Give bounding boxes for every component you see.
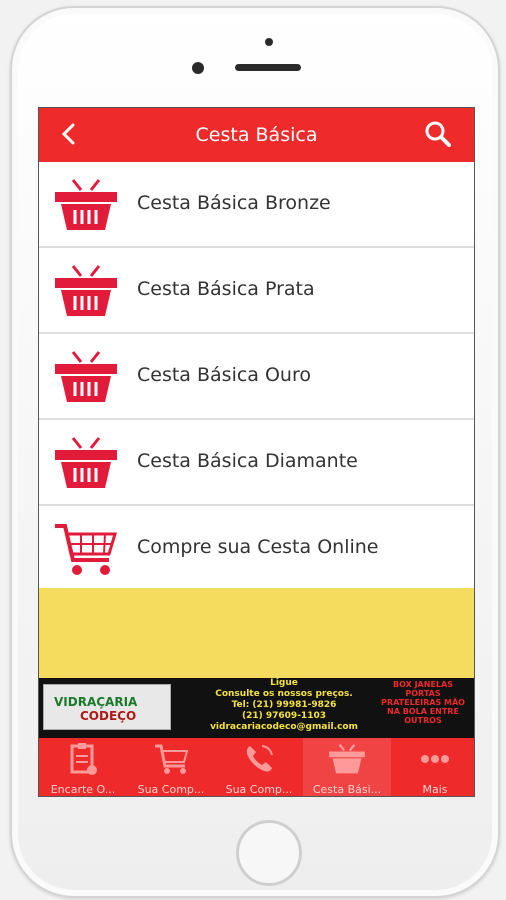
tab-sua-compra-1[interactable]: Sua Comp... xyxy=(127,738,215,796)
basket-icon xyxy=(55,351,117,402)
list-item-label: Cesta Básica Bronze xyxy=(137,192,331,214)
banner-contact: Ligue Consulte os nossos preços. Tel: (2… xyxy=(189,678,379,733)
banner-brand-line2: CODEÇO xyxy=(80,709,137,723)
sensor-dot xyxy=(265,38,273,46)
tab-label: Sua Comp... xyxy=(137,783,205,796)
tab-label: Encarte O... xyxy=(50,783,116,796)
banner-brand-line1: VIDRAÇARIA xyxy=(54,695,138,709)
tab-mais[interactable]: Mais xyxy=(391,738,474,796)
banner-line: Tel: (21) 99981-9826 xyxy=(231,700,337,710)
app-screen: Cesta Básica Cesta Básica Bronze Cesta B… xyxy=(38,107,475,797)
banner-line: vidracariacodeco@gmail.com xyxy=(210,722,358,732)
tab-cesta-basica[interactable]: Cesta Bási... xyxy=(303,738,391,796)
basket-icon xyxy=(55,437,117,488)
bottom-tab-bar: Encarte O... Sua Comp... Sua Comp... Ces… xyxy=(39,738,474,796)
clipboard-icon xyxy=(70,743,97,775)
camera xyxy=(192,62,204,74)
home-button[interactable] xyxy=(236,820,302,886)
yellow-panel xyxy=(39,588,474,678)
basket-icon xyxy=(55,179,117,230)
list-item[interactable]: Cesta Básica Diamante xyxy=(39,420,474,506)
search-icon[interactable] xyxy=(424,120,452,148)
banner-logo: VIDRAÇARIA CODEÇO xyxy=(43,684,171,730)
tab-sua-compra-2[interactable]: Sua Comp... xyxy=(215,738,303,796)
list-item[interactable]: Compre sua Cesta Online xyxy=(39,506,474,592)
cart-icon xyxy=(55,524,118,575)
banner-line: Consulte os nossos preços. xyxy=(215,689,353,699)
banner-line: (21) 97609-1103 xyxy=(242,711,326,721)
tab-label: Cesta Bási... xyxy=(312,783,382,796)
more-icon xyxy=(421,755,449,763)
tab-encarte[interactable]: Encarte O... xyxy=(39,738,127,796)
list-item-label: Compre sua Cesta Online xyxy=(137,536,379,558)
list-item-label: Cesta Básica Diamante xyxy=(137,450,358,472)
cart-icon xyxy=(155,744,189,774)
list-item-label: Cesta Básica Ouro xyxy=(137,364,311,386)
list-item[interactable]: Cesta Básica Prata xyxy=(39,248,474,334)
speaker xyxy=(235,64,301,71)
page-title: Cesta Básica xyxy=(195,124,318,146)
banner-line: Ligue xyxy=(270,678,298,688)
basket-list: Cesta Básica Bronze Cesta Básica Prata C… xyxy=(39,162,474,592)
basket-icon xyxy=(329,743,365,774)
list-item[interactable]: Cesta Básica Ouro xyxy=(39,334,474,420)
top-bar: Cesta Básica xyxy=(39,108,474,162)
tab-label: Mais xyxy=(422,783,448,796)
ad-banner[interactable]: VIDRAÇARIA CODEÇO Ligue Consulte os noss… xyxy=(39,678,474,738)
list-item-label: Cesta Básica Prata xyxy=(137,278,315,300)
phone-icon xyxy=(246,745,273,772)
tab-label: Sua Comp... xyxy=(225,783,293,796)
list-item[interactable]: Cesta Básica Bronze xyxy=(39,162,474,248)
basket-icon xyxy=(55,265,117,316)
banner-services: BOX JANELAS PORTAS PRATELEIRAS MÃO NA BO… xyxy=(381,680,465,725)
